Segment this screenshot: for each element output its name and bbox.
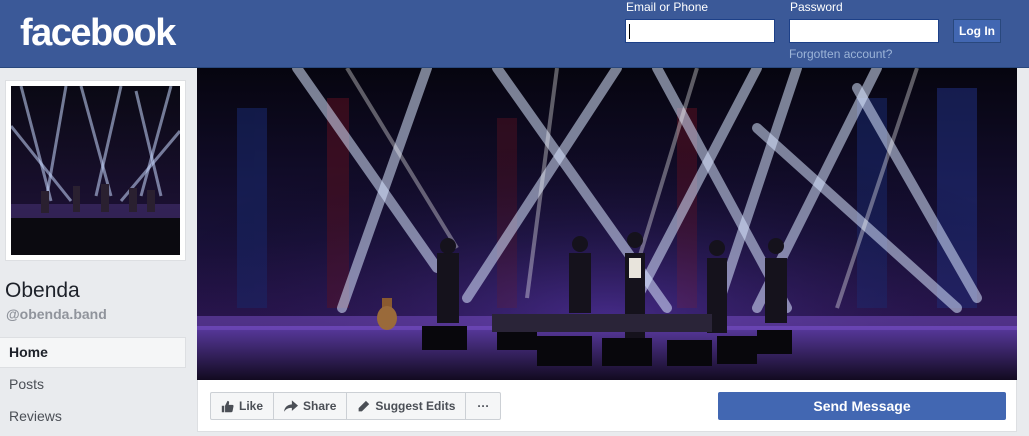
page-action-bar: Like Share Suggest Edits ··· Send Messag… (197, 380, 1017, 432)
more-button[interactable]: ··· (465, 392, 502, 420)
facebook-logo[interactable]: facebook (20, 11, 176, 55)
page-title: Obenda (5, 279, 80, 302)
top-bar: facebook Email or Phone Password Log In … (0, 0, 1029, 68)
nav-item-home[interactable]: Home (0, 337, 186, 368)
cover-photo-image (197, 68, 1017, 380)
email-field[interactable] (625, 19, 775, 43)
send-message-button[interactable]: Send Message (718, 392, 1006, 420)
nav-item-reviews[interactable]: Reviews (0, 400, 186, 432)
forgot-account-link[interactable]: Forgotten account? (789, 47, 892, 61)
share-button[interactable]: Share (273, 392, 348, 420)
email-label: Email or Phone (626, 0, 709, 14)
password-field[interactable] (789, 19, 939, 43)
share-arrow-icon (284, 399, 299, 412)
action-button-group: Like Share Suggest Edits ··· (210, 392, 502, 420)
pencil-icon (359, 400, 370, 411)
share-label: Share (303, 399, 337, 413)
page-handle[interactable]: @obenda.band (6, 306, 107, 322)
thumbs-up-icon (221, 400, 234, 412)
cover-photo[interactable] (197, 68, 1017, 380)
like-button[interactable]: Like (210, 392, 275, 420)
nav-item-posts[interactable]: Posts (0, 368, 186, 400)
page-nav: Home Posts Reviews (0, 337, 186, 432)
login-button[interactable]: Log In (953, 19, 1001, 43)
text-cursor (629, 24, 630, 39)
profile-picture[interactable] (5, 80, 186, 261)
suggest-edits-button[interactable]: Suggest Edits (346, 392, 467, 420)
profile-photo-image (11, 86, 180, 255)
password-label: Password (790, 0, 843, 14)
suggest-edits-label: Suggest Edits (375, 399, 456, 413)
like-label: Like (239, 399, 264, 413)
more-icon: ··· (477, 399, 490, 413)
